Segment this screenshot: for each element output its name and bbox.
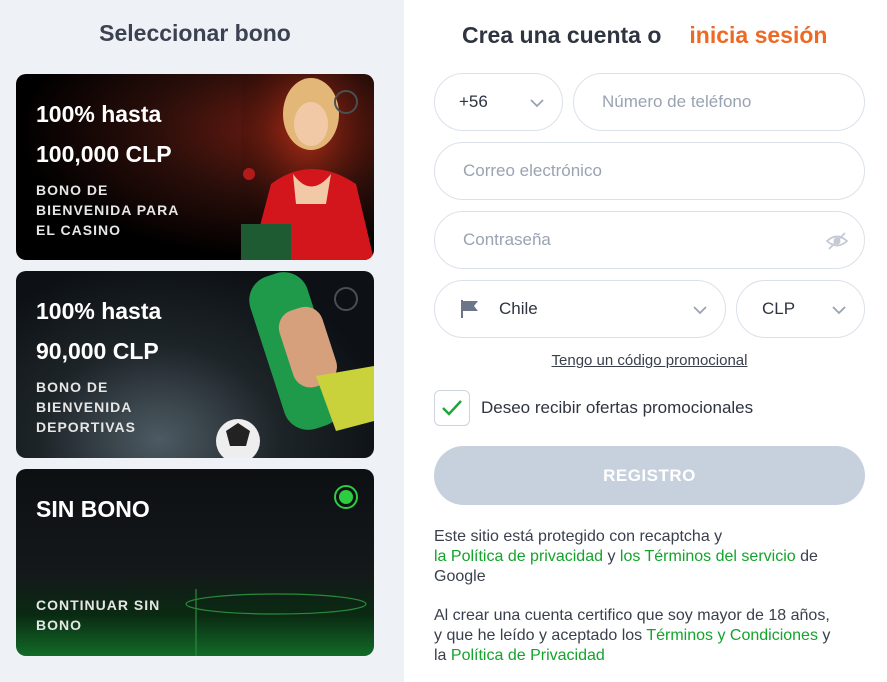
age-text-y: y [822,627,831,644]
bonus-card-casino[interactable]: 100% hasta 100,000 CLP BONO DE BIENVENID… [16,74,374,260]
currency-select[interactable]: CLP [736,280,865,338]
phone-number-placeholder: Número de teléfono [602,92,752,111]
phone-code-select[interactable]: +56 [434,73,563,131]
privacy-policy-link-2[interactable]: Política de Privacidad [451,647,605,664]
offers-checkbox-row[interactable]: Deseo recibir ofertas promocionales [434,390,753,426]
login-link[interactable]: inicia sesión [689,22,827,48]
flag-icon [461,300,478,318]
bonus-card-sports-amount: 90,000 CLP [36,338,159,364]
recaptcha-google: Google [434,568,486,585]
terms-of-service-link[interactable]: los Términos del servicio [620,548,796,565]
chevron-down-icon [530,99,544,108]
bonus-card-none-radio[interactable] [334,485,358,509]
offers-checkbox[interactable] [434,390,470,426]
recaptcha-text: Este sitio está protegido con recaptcha … [434,528,723,545]
chevron-down-icon [693,306,707,315]
bonus-card-sports-radio[interactable] [334,287,358,311]
bonus-card-casino-radio[interactable] [334,90,358,114]
recaptcha-and: y [607,548,616,565]
password-placeholder: Contraseña [463,230,551,249]
privacy-policy-link[interactable]: la Política de privacidad [434,548,603,565]
chevron-down-icon [832,306,846,315]
age-text-la: la [434,647,447,664]
registration-form: Crea una cuenta o inicia sesión +56 Númer… [404,0,887,682]
bonus-card-casino-line1: 100% hasta [36,101,162,127]
bonus-card-sports[interactable]: 100% hasta 90,000 CLP BONO DE BIENVENIDA… [16,271,374,458]
register-button[interactable]: REGISTRO [434,446,865,505]
checkmark-icon [442,400,462,416]
eye-off-icon[interactable] [826,231,848,251]
country-value: Chile [499,299,538,318]
bonus-card-casino-sub2: BIENVENIDA PARA [36,202,180,218]
phone-code-value: +56 [459,92,488,111]
bonus-card-casino-sub1: BONO DE [36,182,109,198]
currency-value: CLP [762,299,796,318]
promo-code-link[interactable]: Tengo un código promocional [404,352,887,369]
terms-conditions-link[interactable]: Términos y Condiciones [646,627,818,644]
phone-number-input[interactable]: Número de teléfono [573,73,865,131]
offers-label: Deseo recibir ofertas promocionales [481,398,754,417]
age-notice: Al crear una cuenta certifico que soy ma… [434,606,874,666]
form-title-text: Crea una cuenta o [462,22,662,48]
bonus-panel-title: Seleccionar bono [99,20,291,46]
bonus-panel: Seleccionar bono 100% hasta 100,000 CLP … [0,0,404,682]
email-placeholder: Correo electrónico [463,161,602,180]
bonus-card-none-sub1: CONTINUAR SIN [36,597,161,613]
bonus-card-sports-sub2: BIENVENIDA [36,399,133,415]
email-input[interactable]: Correo electrónico [434,142,865,200]
recaptcha-de: de [800,548,818,565]
bonus-card-none-title: SIN BONO [36,496,150,522]
bonus-card-sports-sub1: BONO DE [36,379,109,395]
password-input[interactable]: Contraseña [434,211,865,269]
bonus-card-casino-sub3: EL CASINO [36,222,121,238]
bonus-card-sports-sub3: DEPORTIVAS [36,419,136,435]
bonus-card-sports-line1: 100% hasta [36,298,162,324]
age-text-line2: y que he leído y aceptado los [434,627,643,644]
country-select[interactable]: Chile [434,280,726,338]
age-text-line1: Al crear una cuenta certifico que soy ma… [434,607,830,624]
bonus-card-none-sub2: BONO [36,617,82,633]
recaptcha-notice: Este sitio está protegido con recaptcha … [434,527,874,587]
form-title: Crea una cuenta o inicia sesión [462,22,827,49]
bonus-card-none[interactable]: SIN BONO CONTINUAR SIN BONO [16,469,374,656]
bonus-card-casino-amount: 100,000 CLP [36,141,172,167]
